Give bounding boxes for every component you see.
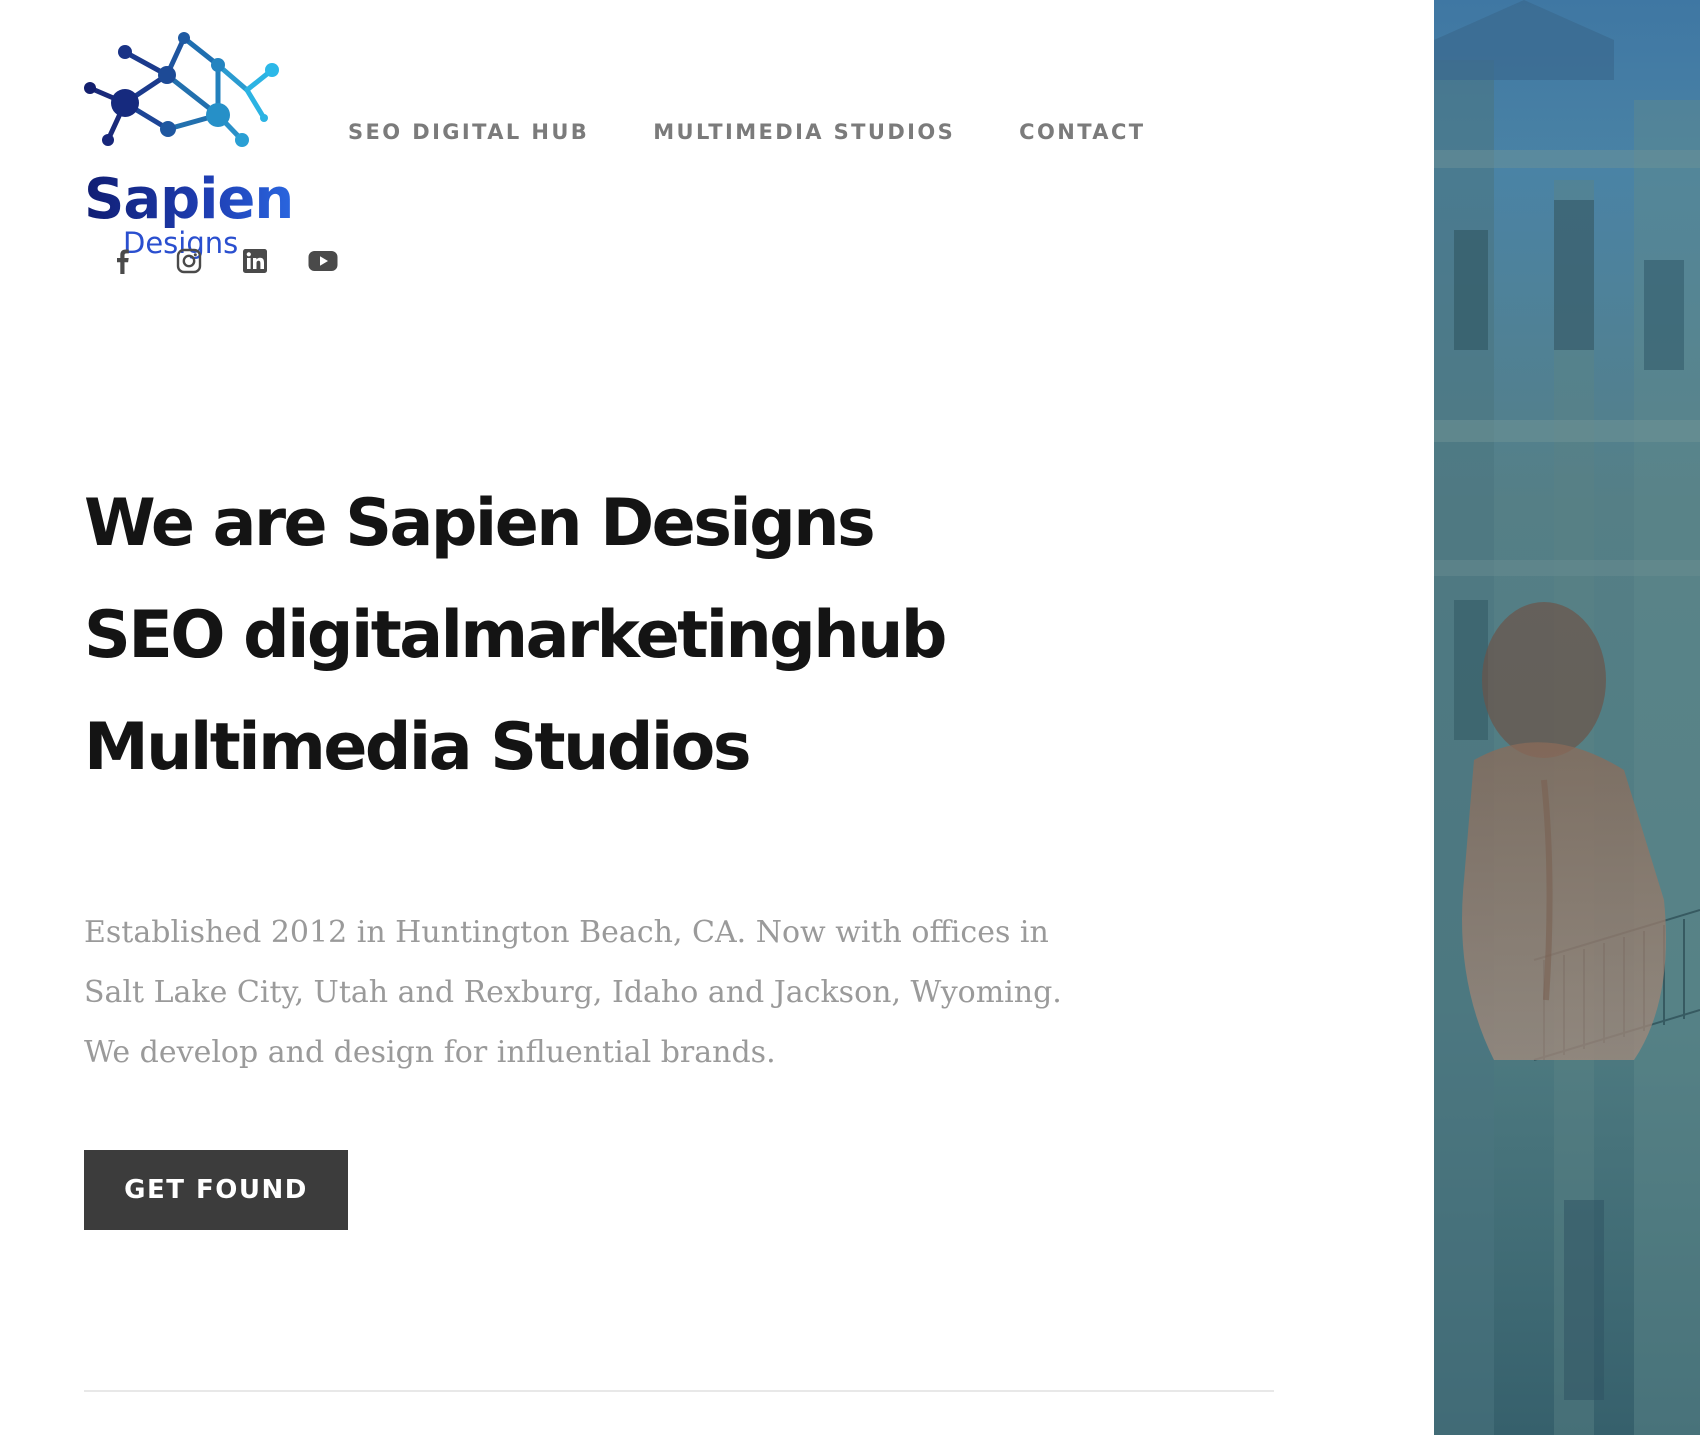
youtube-icon[interactable]: [308, 248, 338, 274]
get-found-button[interactable]: GET FOUND: [84, 1150, 348, 1230]
molecule-logo-icon: [84, 32, 279, 147]
instagram-icon[interactable]: [176, 248, 202, 274]
main-nav: SEO DIGITAL HUB MULTIMEDIA STUDIOS CONTA…: [348, 120, 1210, 144]
nav-multimedia-studios[interactable]: MULTIMEDIA STUDIOS: [653, 120, 955, 144]
linkedin-icon[interactable]: [242, 248, 268, 274]
facebook-icon[interactable]: [110, 248, 136, 274]
hero-photo: [1434, 0, 1700, 1435]
hero-intro: Established 2012 in Huntington Beach, CA…: [84, 903, 1084, 1083]
building-photo-image: [1434, 0, 1700, 1435]
hero-headline: We are Sapien Designs SEO digitalmarketi…: [84, 468, 947, 804]
social-links: [110, 248, 338, 274]
nav-seo-digital-hub[interactable]: SEO DIGITAL HUB: [348, 120, 589, 144]
intro-line-3: We develop and design for influential br…: [84, 1035, 776, 1070]
logo[interactable]: Sapien Designs: [82, 30, 294, 258]
page: Sapien Designs SEO DIGITAL HUB MULTIMEDI…: [0, 0, 1700, 1435]
nav-contact[interactable]: CONTACT: [1019, 120, 1145, 144]
headline-line-1: We are Sapien Designs: [84, 486, 876, 561]
intro-line-2: Salt Lake City, Utah and Rexburg, Idaho …: [84, 975, 1062, 1010]
headline-line-2: SEO digitalmarketinghub: [84, 598, 947, 673]
headline-line-3: Multimedia Studios: [84, 710, 752, 785]
logo-wordmark: Sapien: [84, 167, 294, 232]
intro-line-1: Established 2012 in Huntington Beach, CA…: [84, 915, 1049, 950]
section-divider: [84, 1390, 1274, 1392]
